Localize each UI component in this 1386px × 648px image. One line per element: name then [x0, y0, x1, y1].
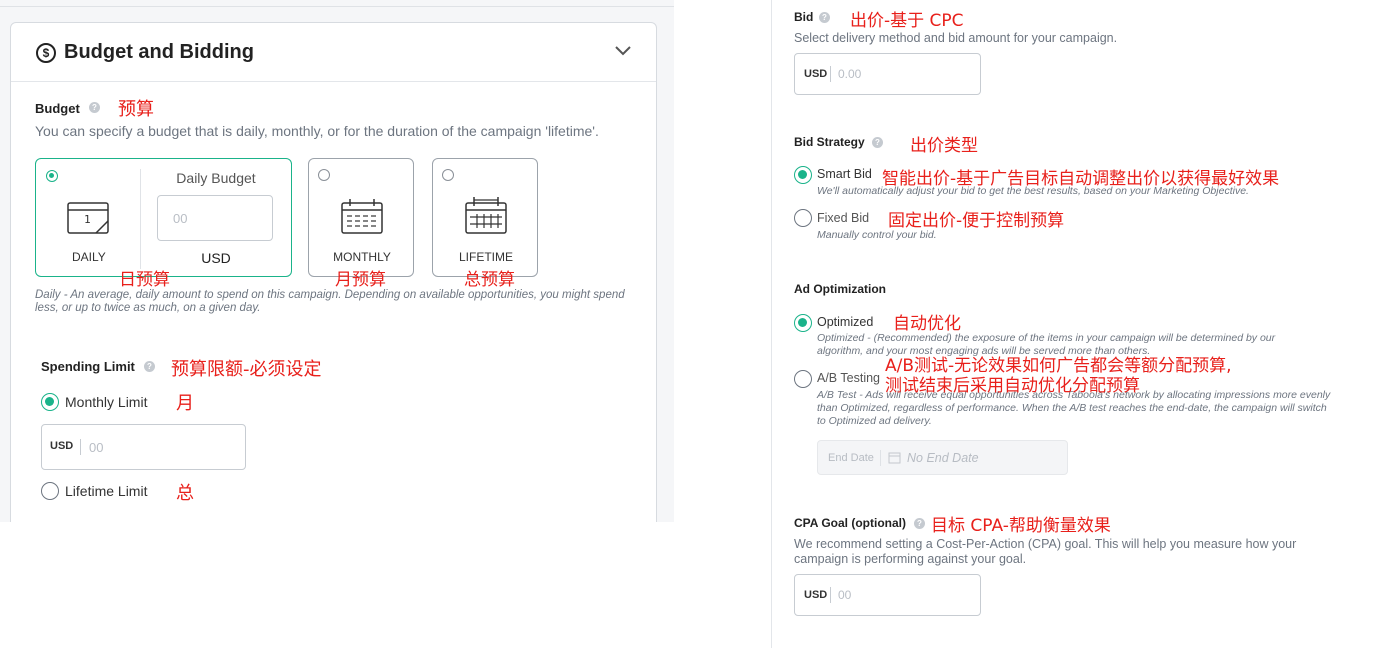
fixed-bid-radio[interactable] [794, 209, 812, 227]
monthly-annotation: 月预算 [335, 270, 386, 290]
bid-label: Bid [794, 10, 814, 24]
header-divider [11, 81, 656, 82]
bid-annotation: 出价-基于 CPC [850, 11, 964, 31]
bid-placeholder: 0.00 [838, 67, 862, 81]
fixed-bid-annotation: 固定出价-便于控制预算 [888, 211, 1065, 231]
daily-note: Daily - An average, daily amount to spen… [35, 289, 625, 314]
calendar-day-icon: 1 [66, 199, 110, 235]
card-divider [140, 169, 141, 269]
smart-bid-radio[interactable] [794, 166, 812, 184]
ab-testing-radio[interactable] [794, 370, 812, 388]
calendar-icon [888, 451, 901, 469]
ab-annotation-line-1: A/B测试-无论效果如何广告都会等额分配预算, [885, 356, 1232, 376]
help-icon[interactable]: ? [819, 12, 830, 23]
help-icon[interactable]: ? [144, 361, 155, 372]
fixed-bid-description: Manually control your bid. [817, 229, 937, 241]
lifetime-limit-label[interactable]: Lifetime Limit [65, 483, 147, 499]
smart-bid-description: We'll automatically adjust your bid to g… [817, 185, 1249, 197]
bidding-panel: Bid ? 出价-基于 CPC Select delivery method a… [771, 0, 1386, 648]
calendar-lifetime-icon [464, 197, 508, 235]
bid-strategy-label: Bid Strategy [794, 135, 865, 149]
daily-label: DAILY [72, 250, 106, 264]
monthly-limit-label[interactable]: Monthly Limit [65, 394, 147, 410]
bid-input[interactable]: USD 0.00 [794, 53, 981, 95]
divider [0, 6, 674, 7]
currency-label: USD [804, 589, 828, 601]
separator [880, 450, 881, 466]
daily-currency: USD [201, 250, 231, 266]
daily-budget-placeholder: 00 [173, 211, 188, 226]
spending-limit-label: Spending Limit [41, 359, 135, 374]
lifetime-budget-option[interactable]: LIFETIME [432, 158, 538, 277]
optimized-radio[interactable] [794, 314, 812, 332]
monthly-limit-radio[interactable] [41, 393, 59, 411]
cpa-goal-input[interactable]: USD 00 [794, 574, 981, 616]
daily-budget-input[interactable]: 00 [157, 195, 273, 241]
optimized-label[interactable]: Optimized [817, 315, 873, 329]
daily-annotation: 日预算 [119, 270, 170, 290]
budget-description: You can specify a budget that is daily, … [35, 123, 599, 139]
budget-panel: $ Budget and Bidding Budget ? 预算 You can… [0, 0, 674, 522]
lifetime-limit-radio[interactable] [41, 482, 59, 500]
cpa-goal-annotation: 目标 CPA-帮助衡量效果 [931, 516, 1111, 536]
help-icon[interactable]: ? [914, 518, 925, 529]
end-date-value: No End Date [907, 451, 979, 465]
end-date-field[interactable]: End Date No End Date [817, 440, 1068, 475]
smart-bid-label[interactable]: Smart Bid [817, 167, 872, 181]
bid-strategy-annotation: 出价类型 [910, 136, 978, 156]
section-title: Budget and Bidding [64, 41, 254, 63]
separator [80, 439, 81, 455]
chevron-down-icon[interactable] [614, 43, 632, 57]
monthly-label: MONTHLY [333, 250, 391, 264]
calendar-month-icon [340, 199, 384, 235]
ab-testing-label[interactable]: A/B Testing [817, 371, 880, 385]
separator [830, 66, 831, 82]
currency-label: USD [804, 68, 828, 80]
dollar-icon: $ [36, 43, 56, 63]
monthly-limit-annotation: 月 [176, 393, 194, 414]
cpa-goal-description: We recommend setting a Cost-Per-Action (… [794, 537, 1297, 566]
cpa-goal-placeholder: 00 [838, 588, 852, 602]
bid-description: Select delivery method and bid amount fo… [794, 31, 1118, 45]
optimized-annotation: 自动优化 [893, 314, 961, 334]
calendar-day-number: 1 [84, 213, 91, 226]
fixed-bid-label[interactable]: Fixed Bid [817, 211, 869, 225]
spending-limit-placeholder: 00 [89, 440, 104, 455]
budget-bidding-card: $ Budget and Bidding Budget ? 预算 You can… [10, 22, 657, 522]
budget-annotation: 预算 [118, 99, 154, 120]
daily-budget-option[interactable]: 1 DAILY Daily Budget 00 USD [35, 158, 292, 277]
budget-label: Budget [35, 101, 80, 116]
ab-annotation-line-2: 测试结束后采用自动优化分配预算 [885, 376, 1140, 396]
cpa-goal-label: CPA Goal (optional) [794, 516, 906, 530]
daily-radio[interactable] [46, 170, 58, 182]
separator [830, 587, 831, 603]
spending-limit-input[interactable]: USD 00 [41, 424, 246, 470]
lifetime-limit-annotation: 总 [176, 483, 194, 504]
optimized-description: Optimized - (Recommended) the exposure o… [817, 332, 1276, 357]
lifetime-radio[interactable] [442, 169, 454, 181]
lifetime-label: LIFETIME [458, 250, 513, 264]
daily-budget-title: Daily Budget [176, 170, 256, 186]
help-icon[interactable]: ? [872, 137, 883, 148]
end-date-label: End Date [828, 452, 874, 464]
lifetime-annotation: 总预算 [464, 270, 515, 290]
monthly-budget-option[interactable]: MONTHLY [308, 158, 414, 277]
help-icon[interactable]: ? [89, 102, 100, 113]
currency-label: USD [50, 440, 74, 452]
monthly-radio[interactable] [318, 169, 330, 181]
ad-optimization-label: Ad Optimization [794, 282, 886, 296]
ab-testing-annotation: A/B测试-无论效果如何广告都会等额分配预算, 测试结束后采用自动优化分配预算 [885, 356, 1232, 396]
spending-limit-annotation: 预算限额-必须设定 [171, 359, 322, 380]
